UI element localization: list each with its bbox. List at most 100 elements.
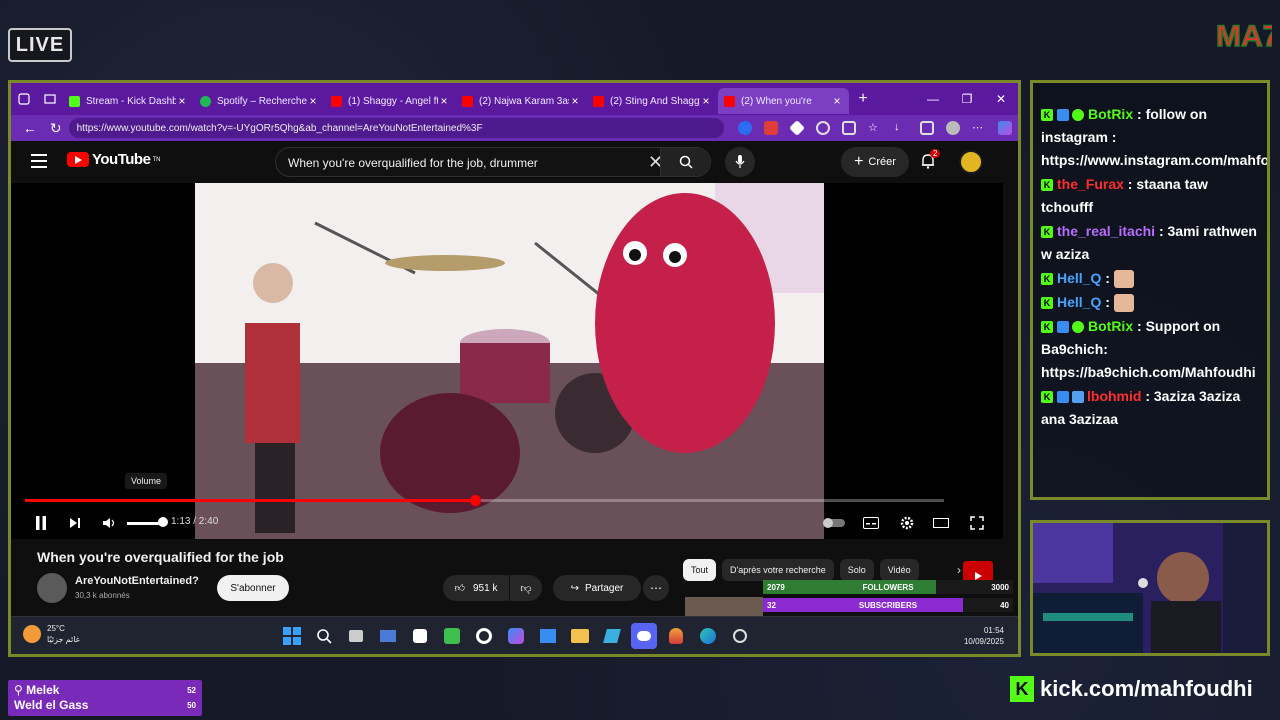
discord-icon[interactable] xyxy=(631,623,657,649)
tab-kick[interactable]: Stream - Kick Dashbo × xyxy=(63,88,194,114)
search-button[interactable] xyxy=(660,148,710,176)
chat-username[interactable]: BotRix xyxy=(1088,318,1133,334)
chat-username[interactable]: Hell_Q xyxy=(1057,294,1101,310)
youtube-logo[interactable]: YouTube TN xyxy=(67,151,160,168)
copilot-icon[interactable] xyxy=(998,121,1012,135)
chevron-right-icon[interactable]: › xyxy=(957,563,961,577)
chat-username[interactable]: the_Furax xyxy=(1057,176,1124,192)
close-tab-icon[interactable]: × xyxy=(438,94,450,108)
app-icon[interactable] xyxy=(471,623,497,649)
app-icon[interactable] xyxy=(407,623,433,649)
chip-related[interactable]: D'après votre recherche xyxy=(722,559,834,581)
tab-title: Spotify – Rechercher xyxy=(217,95,307,107)
more-actions-button[interactable]: ⋯ xyxy=(643,575,669,601)
app-icon[interactable] xyxy=(727,623,753,649)
channel-avatar[interactable] xyxy=(37,573,67,603)
file-explorer-icon[interactable] xyxy=(567,623,593,649)
tab-najwa[interactable]: (2) Najwa Karam 3ash × xyxy=(456,88,587,114)
settings-button[interactable] xyxy=(897,513,917,533)
fullscreen-button[interactable] xyxy=(967,513,987,533)
search-box[interactable]: When you're overqualified for the job, d… xyxy=(275,147,711,177)
chat-username[interactable]: lbohmid xyxy=(1087,388,1141,404)
edge-icon[interactable] xyxy=(695,623,721,649)
favorites-star-icon[interactable]: ☆ xyxy=(868,121,882,135)
extension-icon[interactable] xyxy=(764,121,778,135)
downloads-icon[interactable]: ↓ xyxy=(894,121,908,135)
extension-icon[interactable] xyxy=(789,120,805,136)
app-icon[interactable] xyxy=(375,623,401,649)
followers-label: FOLLOWERS xyxy=(862,582,914,592)
close-tab-icon[interactable]: × xyxy=(831,94,843,108)
maximize-button[interactable]: ❐ xyxy=(950,83,984,115)
chat-username[interactable]: the_real_itachi xyxy=(1057,223,1155,239)
search-input[interactable]: When you're overqualified for the job, d… xyxy=(288,156,538,170)
new-tab-button[interactable]: + xyxy=(849,90,877,108)
app-icon[interactable] xyxy=(503,623,529,649)
notifications-button[interactable]: 2 xyxy=(921,149,941,174)
url-input[interactable]: https://www.youtube.com/watch?v=-UYgORr5… xyxy=(68,118,724,138)
subtitles-button[interactable] xyxy=(861,513,881,533)
channel-name[interactable]: AreYouNotEntertained? xyxy=(75,575,199,587)
chat-message: K BotRix : follow on instagram : https://… xyxy=(1041,103,1267,172)
app-icon[interactable] xyxy=(439,623,465,649)
next-button[interactable] xyxy=(65,513,85,533)
progress-fill xyxy=(25,499,476,502)
profile-avatar-icon[interactable] xyxy=(946,121,960,135)
chat-text: : 3aziza 3aziza ana 3azizaa xyxy=(1041,388,1241,427)
theater-mode-button[interactable] xyxy=(931,513,951,533)
chat-username[interactable]: Hell_Q xyxy=(1057,270,1101,286)
extensions-puzzle-icon[interactable] xyxy=(842,121,856,135)
voice-search-button[interactable] xyxy=(725,147,755,177)
autoplay-toggle[interactable] xyxy=(821,513,847,533)
back-button[interactable]: ← xyxy=(17,120,43,136)
search-icon[interactable] xyxy=(311,623,337,649)
close-tab-icon[interactable]: × xyxy=(569,94,581,108)
subscriber-badge-icon xyxy=(1072,391,1084,404)
like-button[interactable]: 👍︎ 951 k xyxy=(443,575,509,601)
refresh-button[interactable]: ↻ xyxy=(43,120,69,137)
tab-actions-icon[interactable] xyxy=(37,83,63,115)
hamburger-menu-icon[interactable] xyxy=(31,154,47,172)
tab-shaggy[interactable]: (1) Shaggy - Angel ft. × xyxy=(325,88,456,114)
close-window-button[interactable]: ✕ xyxy=(984,83,1018,115)
task-view-icon[interactable] xyxy=(343,623,369,649)
chip-all[interactable]: Tout xyxy=(683,559,717,581)
tab-spotify[interactable]: Spotify – Rechercher × xyxy=(194,88,325,114)
youtube-play-icon xyxy=(67,152,89,167)
volume-knob[interactable] xyxy=(158,517,168,527)
app-icon[interactable] xyxy=(599,623,625,649)
extension-icon[interactable] xyxy=(816,121,830,135)
temperature: 25°C xyxy=(47,624,65,633)
app-icon[interactable] xyxy=(663,623,689,649)
verified-badge-icon xyxy=(1072,321,1084,334)
tab-when-youre[interactable]: (2) When you're × xyxy=(718,88,849,114)
volume-button[interactable] xyxy=(99,513,119,533)
minimize-button[interactable]: — xyxy=(916,83,950,115)
weather-widget[interactable]: 25°C غائم جزئيًا xyxy=(23,623,80,645)
recommendation-chips: Tout D'après votre recherche Solo Vidéo xyxy=(683,559,925,581)
workspaces-icon[interactable] xyxy=(11,83,37,115)
more-menu-icon[interactable]: ⋯ xyxy=(972,121,986,135)
country-code: TN xyxy=(152,156,161,163)
app-icon[interactable] xyxy=(535,623,561,649)
subscribe-button[interactable]: S'abonner xyxy=(217,575,289,601)
create-button[interactable]: + Créer xyxy=(841,147,909,177)
system-clock[interactable]: 01:54 10/09/2025 xyxy=(964,625,1004,647)
chip-solo[interactable]: Solo xyxy=(839,559,874,581)
collections-icon[interactable] xyxy=(920,121,934,135)
close-tab-icon[interactable]: × xyxy=(176,94,188,108)
pause-button[interactable] xyxy=(31,513,51,533)
account-avatar[interactable] xyxy=(959,150,983,174)
close-tab-icon[interactable]: × xyxy=(307,94,319,108)
ma7-logo-text: MA7 xyxy=(1216,20,1272,53)
chat-username[interactable]: BotRix xyxy=(1088,106,1133,122)
recommended-video-thumbnail[interactable] xyxy=(685,597,763,617)
extension-icon[interactable] xyxy=(738,121,752,135)
chip-videos[interactable]: Vidéo xyxy=(879,559,919,581)
progress-bar[interactable] xyxy=(25,495,944,506)
close-tab-icon[interactable]: × xyxy=(700,94,712,108)
dislike-button[interactable]: 👎︎ xyxy=(510,575,542,601)
share-button[interactable]: ↪ Partager xyxy=(553,575,641,601)
tab-sting[interactable]: (2) Sting And Shaggy × xyxy=(587,88,718,114)
start-windows-icon[interactable] xyxy=(279,623,305,649)
